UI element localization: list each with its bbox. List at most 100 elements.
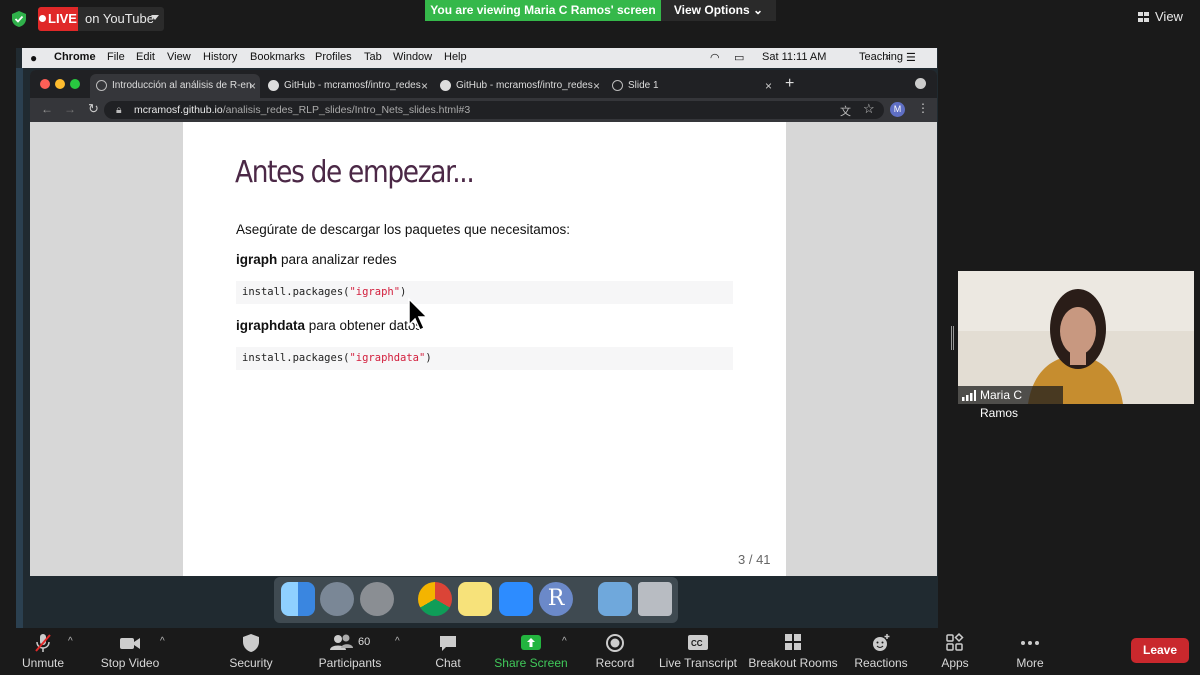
share-screen-button[interactable]: Share Screen xyxy=(494,628,568,675)
participant-video[interactable] xyxy=(958,271,1194,404)
forward-arrow-icon[interactable]: → xyxy=(64,102,76,116)
tab-github-2[interactable]: GitHub - mcramosf/intro_redes × xyxy=(434,74,604,98)
security-label: Security xyxy=(229,656,273,670)
menu-app-name[interactable]: Chrome xyxy=(54,51,96,63)
downloads-folder-icon[interactable] xyxy=(598,582,632,616)
breakout-rooms-icon xyxy=(785,634,801,650)
more-label: More xyxy=(1016,656,1044,670)
live-transcript-button[interactable]: CC Live Transcript xyxy=(656,628,740,675)
menu-help[interactable]: Help xyxy=(444,51,467,63)
zoom-icon[interactable] xyxy=(499,582,533,616)
profile-avatar[interactable]: M xyxy=(890,102,905,117)
menu-edit[interactable]: Edit xyxy=(136,51,155,63)
share-options-caret-icon[interactable]: ^ xyxy=(562,636,567,647)
tab-slide-1[interactable]: Slide 1 × xyxy=(606,74,776,98)
participants-options-caret-icon[interactable]: ^ xyxy=(395,636,400,647)
package-description: para obtener datos xyxy=(305,318,423,333)
r-app-icon[interactable]: R xyxy=(539,582,573,616)
video-camera-icon xyxy=(120,638,140,649)
reactions-button[interactable]: Reactions xyxy=(850,628,912,675)
close-window-icon[interactable] xyxy=(40,79,50,89)
audio-options-caret-icon[interactable]: ^ xyxy=(68,636,73,647)
tab-label: GitHub - mcramosf/intro_redes xyxy=(456,80,593,91)
code-block-igraphdata[interactable]: install.packages("igraphdata") xyxy=(236,347,733,370)
battery-icon[interactable]: ▭ xyxy=(734,51,744,64)
finder-icon[interactable] xyxy=(281,582,315,616)
unmute-button[interactable]: Unmute xyxy=(12,628,74,675)
package-name: igraph xyxy=(236,252,278,267)
chat-bubble-icon xyxy=(440,636,456,651)
control-center-icon[interactable]: ☰ xyxy=(906,51,916,64)
chevron-down-icon: ⌄ xyxy=(753,3,764,17)
apps-button[interactable]: Apps xyxy=(932,628,978,675)
menu-file[interactable]: File xyxy=(107,51,125,63)
resize-grip-icon[interactable] xyxy=(951,326,954,350)
stop-video-button[interactable]: Stop Video xyxy=(96,628,164,675)
close-tab-icon[interactable]: × xyxy=(421,74,428,98)
chrome-icon[interactable] xyxy=(418,582,452,616)
participants-button[interactable]: 60 Participants xyxy=(314,628,386,675)
menu-view[interactable]: View xyxy=(167,51,191,63)
wifi-icon[interactable]: ◠ xyxy=(710,51,720,64)
globe-icon xyxy=(612,80,623,91)
maximize-window-icon[interactable] xyxy=(70,79,80,89)
package-name: igraphdata xyxy=(236,318,306,333)
slide-title: Antes de empezar... xyxy=(235,155,475,190)
translate-icon[interactable]: 文 xyxy=(840,103,851,119)
menu-clock[interactable]: Sat 11:11 AM xyxy=(762,51,826,63)
record-button[interactable]: Record xyxy=(592,628,638,675)
security-shield-icon[interactable] xyxy=(10,10,28,28)
globe-icon xyxy=(96,80,107,91)
launchpad-icon[interactable] xyxy=(320,582,354,616)
spotlight-search-icon[interactable]: ⌕ xyxy=(885,51,891,64)
close-tab-icon[interactable]: × xyxy=(249,74,256,98)
reload-icon[interactable]: ↻ xyxy=(88,101,99,117)
minimize-window-icon[interactable] xyxy=(55,79,65,89)
new-tab-icon[interactable]: + xyxy=(785,75,794,93)
caret-down-icon[interactable] xyxy=(151,15,159,20)
more-button[interactable]: More xyxy=(1008,628,1052,675)
stickies-icon[interactable] xyxy=(458,582,492,616)
apps-icon xyxy=(946,632,964,651)
url-bar[interactable]: 🔒︎ mcramosf.github.io/analisis_redes_RLP… xyxy=(104,101,884,119)
chat-button[interactable]: Chat xyxy=(426,628,470,675)
tab-github-1[interactable]: GitHub - mcramosf/intro_redes × xyxy=(262,74,432,98)
participants-label: Participants xyxy=(318,656,382,670)
apple-icon[interactable]: ● xyxy=(30,51,37,65)
menu-history[interactable]: History xyxy=(203,51,237,63)
bookmark-star-icon[interactable]: ☆ xyxy=(863,101,875,117)
security-button[interactable]: Security xyxy=(222,628,280,675)
share-screen-label: Share Screen xyxy=(494,656,568,670)
view-options-button[interactable]: View Options ⌄ xyxy=(661,0,776,21)
menu-bookmarks[interactable]: Bookmarks xyxy=(250,51,305,63)
more-menu-icon[interactable]: ⋮ xyxy=(917,101,929,115)
menu-profiles[interactable]: Profiles xyxy=(315,51,352,63)
tab-search-icon[interactable] xyxy=(915,78,926,89)
menu-window[interactable]: Window xyxy=(393,51,432,63)
tab-intro-slides[interactable]: Introducción al análisis de R-en × xyxy=(90,74,260,98)
back-arrow-icon[interactable]: ← xyxy=(41,102,53,116)
tab-label: Introducción al análisis de R-en xyxy=(112,80,252,91)
slide-package-igraph: igraph para analizar redes xyxy=(236,252,397,267)
menu-user[interactable]: Teaching xyxy=(859,51,903,63)
code-paren: ) xyxy=(425,352,432,364)
trash-icon[interactable] xyxy=(638,582,672,616)
live-badge: LIVE xyxy=(38,7,78,31)
live-label: LIVE xyxy=(48,11,77,26)
desktop-background xyxy=(16,68,23,628)
tab-label: GitHub - mcramosf/intro_redes xyxy=(284,80,421,91)
signal-strength-icon xyxy=(962,390,976,401)
package-description: para analizar redes xyxy=(277,252,397,267)
system-preferences-icon[interactable] xyxy=(360,582,394,616)
close-tab-icon[interactable]: × xyxy=(765,74,772,98)
lock-icon[interactable]: 🔒︎ xyxy=(116,101,122,119)
view-label: View xyxy=(1155,9,1183,24)
menu-tab[interactable]: Tab xyxy=(364,51,382,63)
breakout-rooms-button[interactable]: Breakout Rooms xyxy=(746,628,840,675)
code-block-igraph[interactable]: install.packages("igraph") xyxy=(236,281,733,304)
close-tab-icon[interactable]: × xyxy=(593,74,600,98)
leave-meeting-button[interactable]: Leave xyxy=(1131,638,1189,663)
view-button[interactable]: View xyxy=(1138,6,1193,28)
chat-label: Chat xyxy=(435,656,461,670)
video-options-caret-icon[interactable]: ^ xyxy=(160,636,165,647)
